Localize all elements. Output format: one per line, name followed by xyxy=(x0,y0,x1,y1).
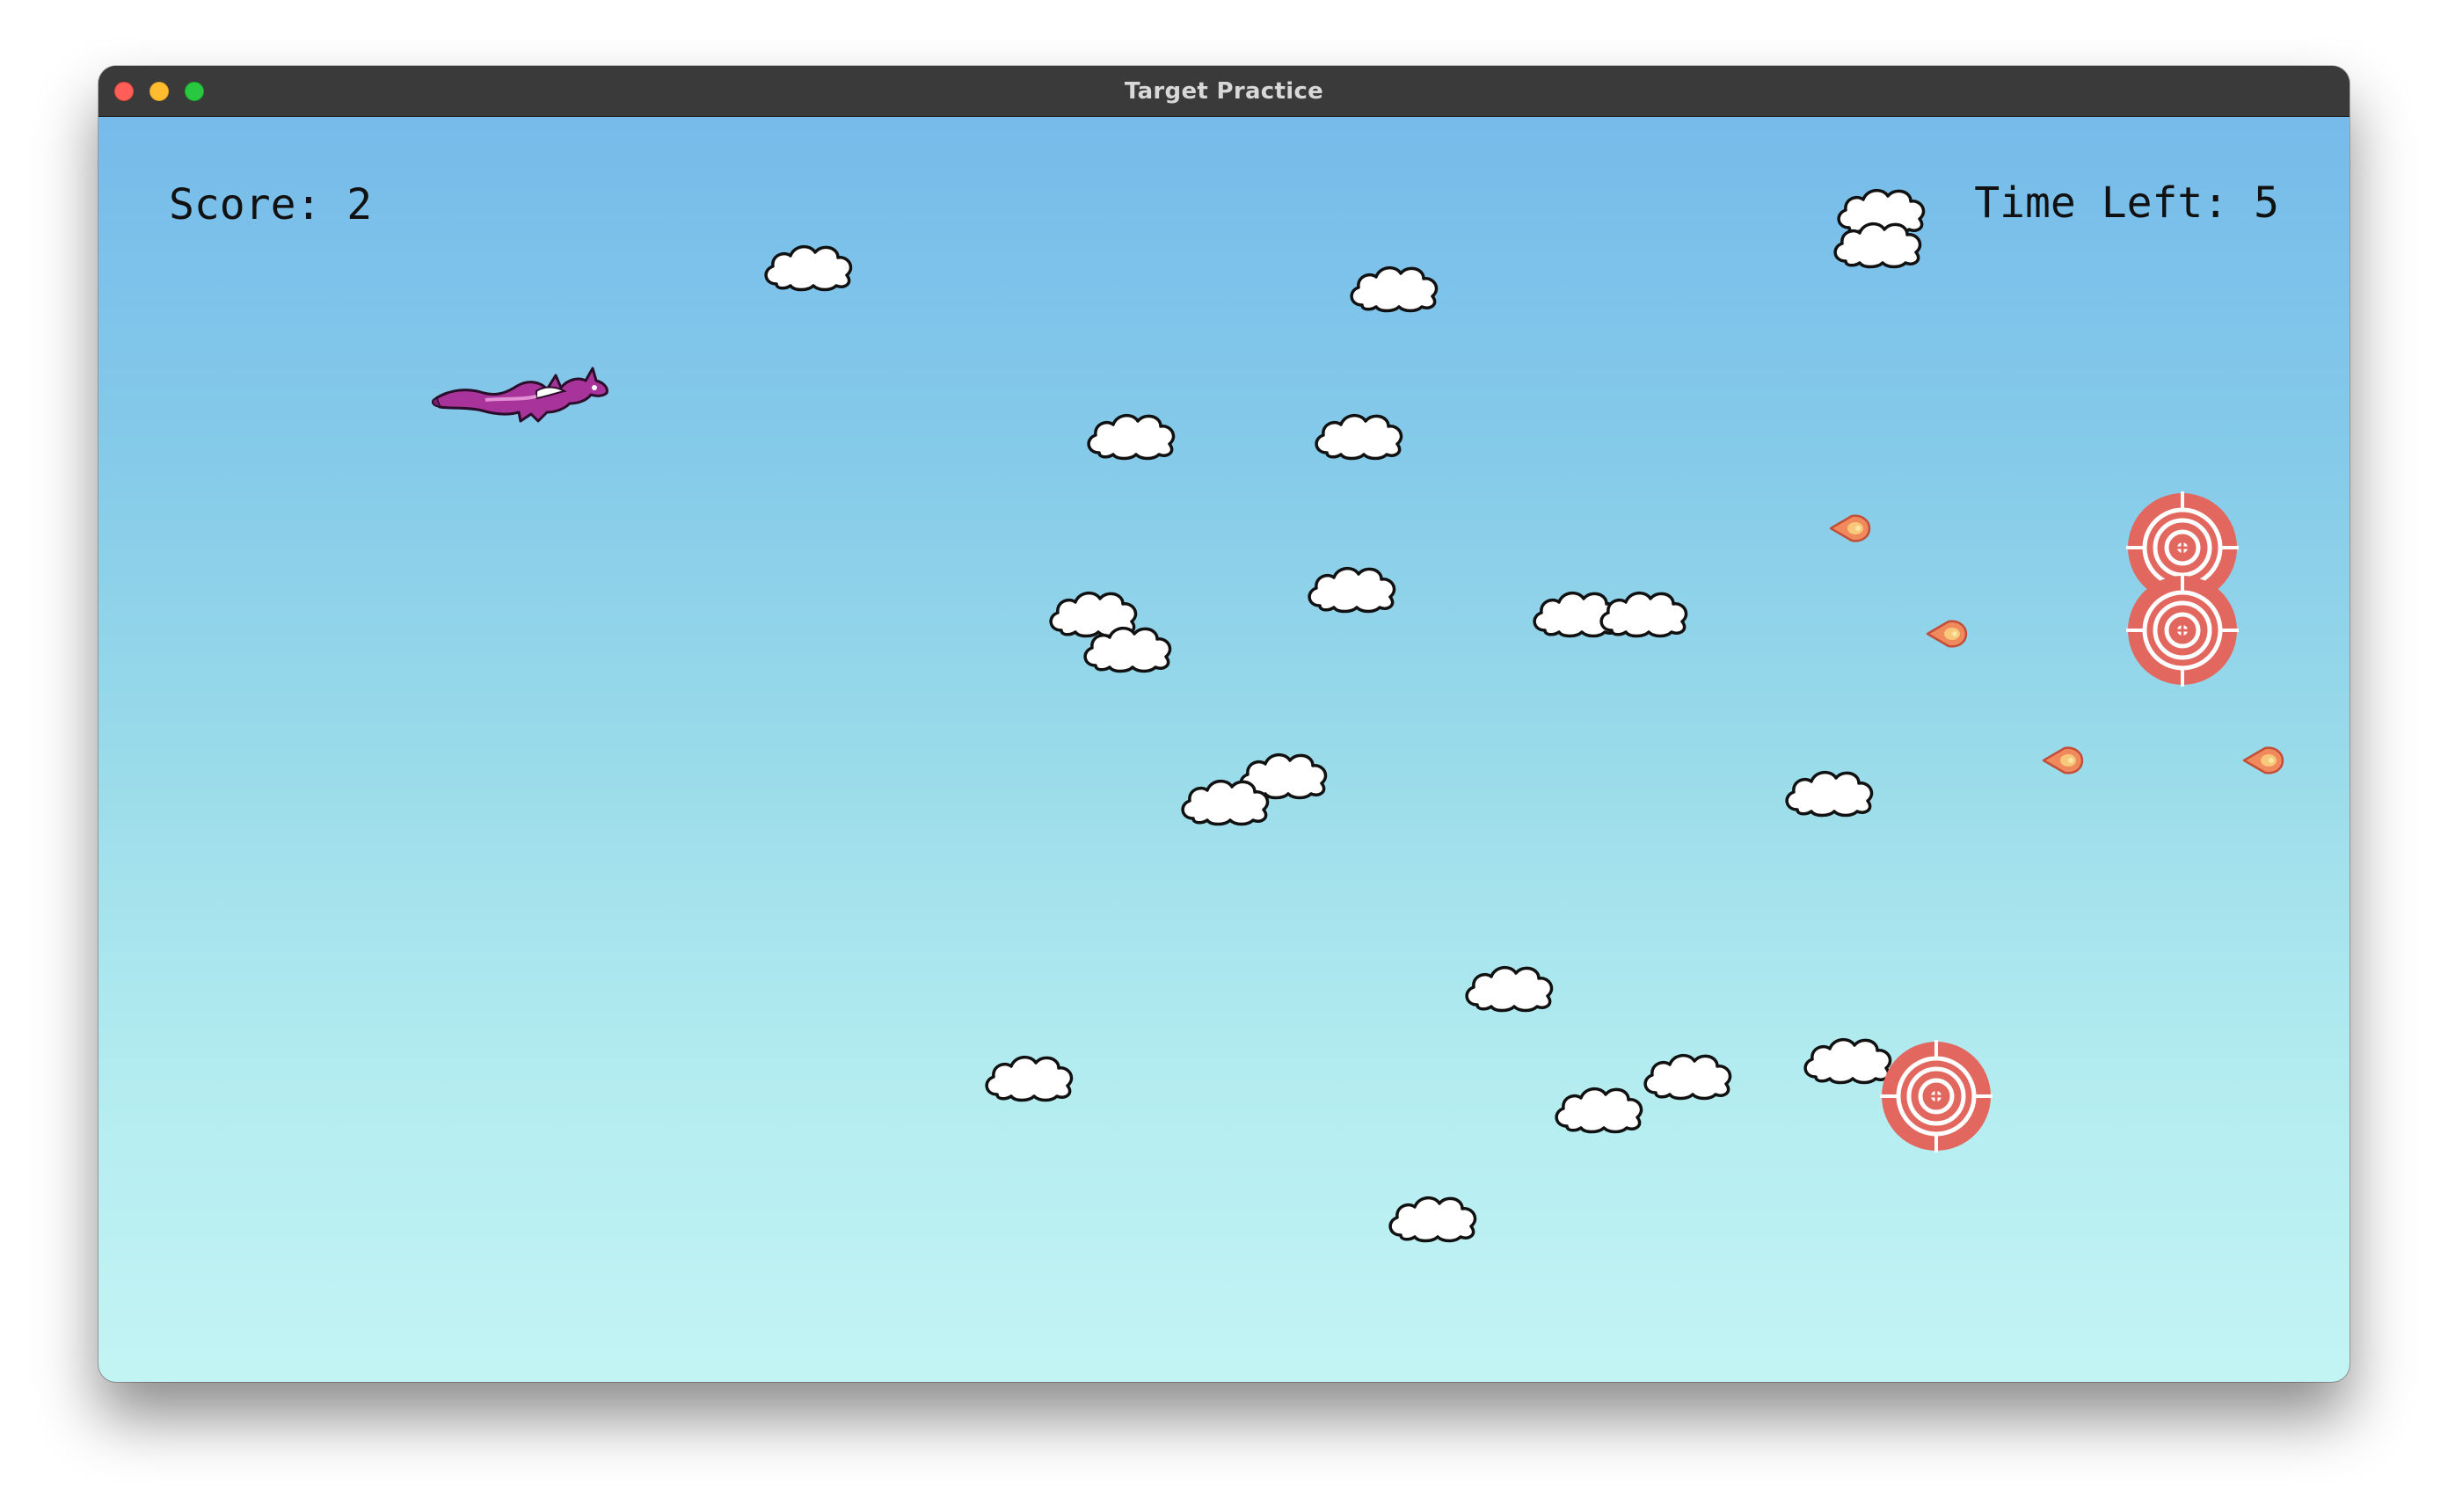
app-window: Target Practice Score: 2 Time Left: 5 xyxy=(98,66,2350,1382)
target-sprite[interactable] xyxy=(2126,574,2239,687)
fireball-sprite xyxy=(2042,746,2084,774)
cloud-sprite xyxy=(764,244,853,292)
cloud-sprite xyxy=(1350,265,1439,313)
cloud-sprite xyxy=(1555,1087,1643,1134)
player-dragon-sprite xyxy=(431,367,608,423)
cloud-sprite xyxy=(1087,413,1176,461)
time-left-label: Time Left: 5 xyxy=(1974,178,2279,228)
cloud-sprite xyxy=(1083,626,1172,673)
title-bar[interactable]: Target Practice xyxy=(98,66,2350,117)
cloud-sprite xyxy=(1388,1196,1477,1243)
window-title: Target Practice xyxy=(1124,78,1324,105)
fireball-sprite xyxy=(1829,514,1871,542)
cloud-sprite xyxy=(1315,413,1403,461)
game-scene xyxy=(431,188,2284,1243)
cloud-sprite xyxy=(1308,566,1396,614)
cloud-sprite xyxy=(1599,591,1688,638)
cloud-sprite xyxy=(1833,222,1922,269)
score-label: Score: 2 xyxy=(169,180,373,229)
cloud-sprite xyxy=(1181,779,1270,826)
cloud-sprite xyxy=(1465,965,1554,1013)
game-canvas[interactable]: Score: 2 Time Left: 5 xyxy=(98,117,2350,1382)
cloud-sprite xyxy=(985,1055,1074,1102)
cloud-sprite xyxy=(1785,770,1874,818)
cloud-sprite xyxy=(1643,1053,1732,1101)
target-sprite[interactable] xyxy=(1880,1040,1993,1152)
cloud-sprite xyxy=(1803,1037,1892,1085)
fireball-sprite xyxy=(2242,746,2284,774)
fireball-sprite xyxy=(1926,620,1968,648)
